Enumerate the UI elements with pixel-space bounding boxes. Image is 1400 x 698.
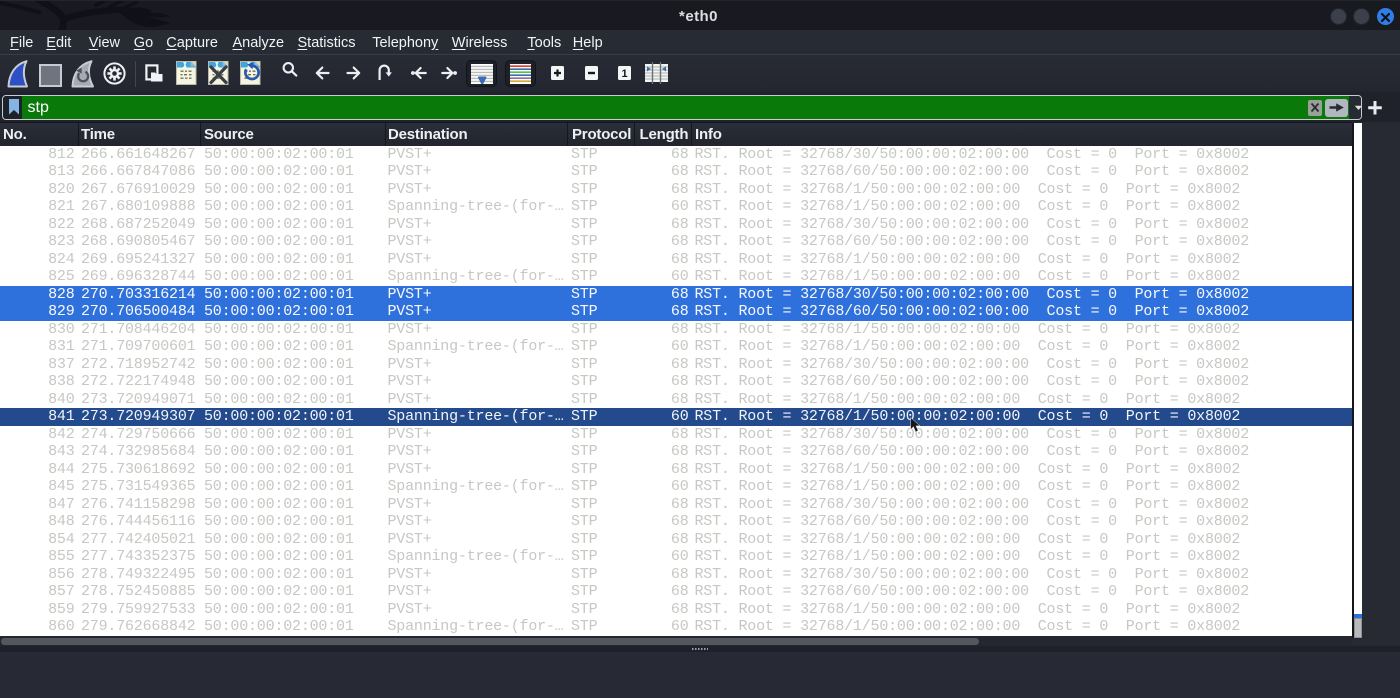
svg-text:1: 1 bbox=[621, 68, 627, 80]
